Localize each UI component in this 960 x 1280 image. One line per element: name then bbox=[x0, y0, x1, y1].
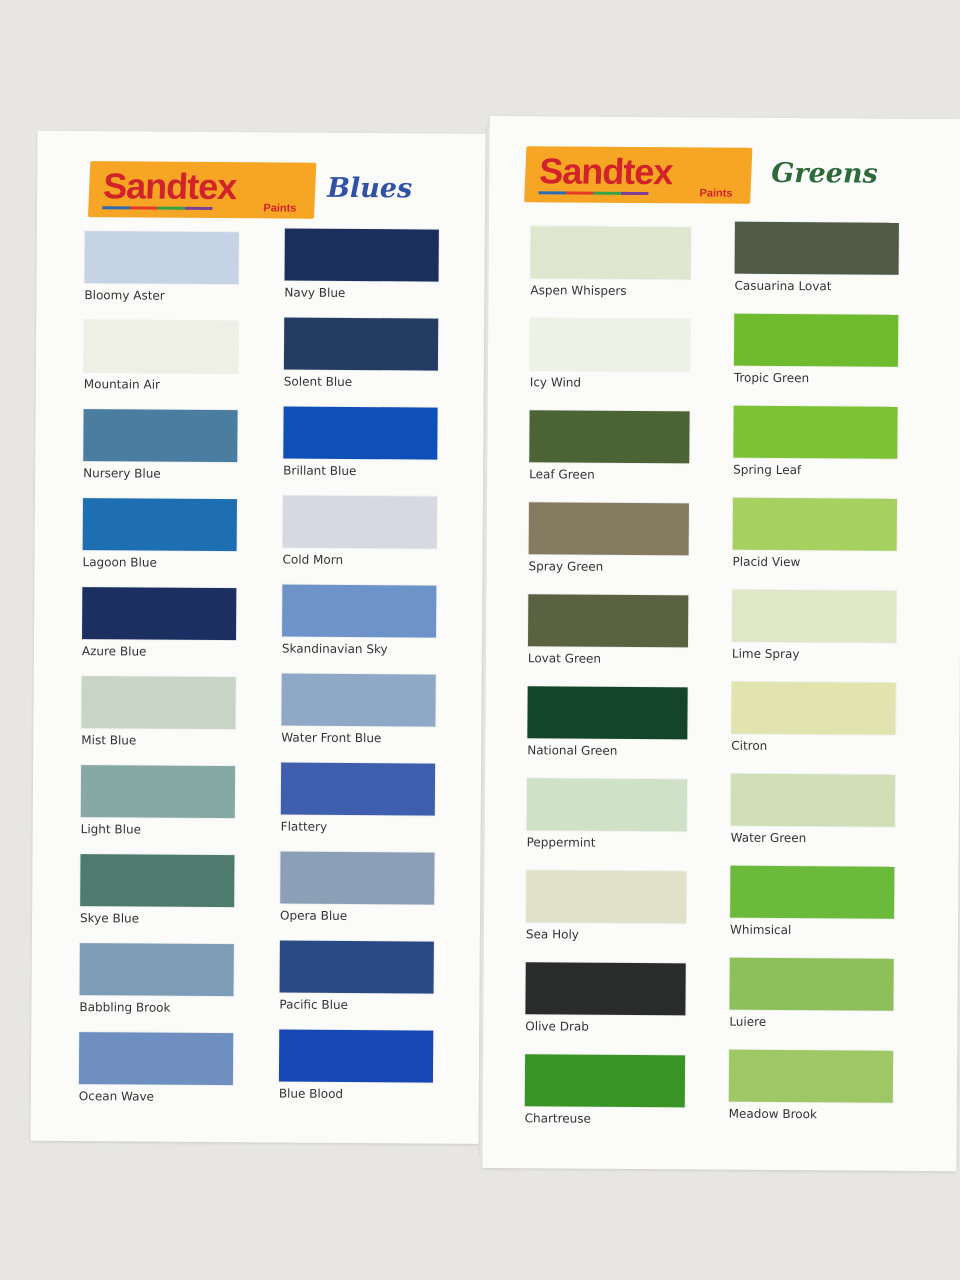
colour-name: Leaf Green bbox=[529, 467, 595, 482]
colour-swatch bbox=[527, 594, 689, 648]
colour-name: Pacific Blue bbox=[279, 997, 349, 1012]
sandtex-logo-greens: Sandtex Paints bbox=[524, 146, 753, 204]
colour-name: Tropic Green bbox=[733, 370, 810, 386]
colour-swatch bbox=[81, 676, 236, 730]
colour-name: Cold Morn bbox=[282, 552, 344, 567]
colour-swatch bbox=[80, 854, 235, 908]
brand-sub: Paints bbox=[699, 187, 733, 200]
colour-name: Olive Drab bbox=[525, 1019, 589, 1034]
colour-swatch bbox=[83, 320, 239, 374]
colour-name: Mountain Air bbox=[83, 377, 161, 392]
colour-swatch bbox=[527, 686, 688, 740]
colour-name: Aspen Whispers bbox=[530, 283, 627, 298]
colour-name: Lime Spray bbox=[731, 646, 800, 662]
colour-swatch bbox=[732, 589, 897, 643]
colour-name: Mist Blue bbox=[81, 733, 137, 748]
colour-name: Casuarina Lovat bbox=[734, 278, 832, 294]
colour-swatch bbox=[733, 405, 898, 459]
colour-name: Bloomy Aster bbox=[84, 288, 165, 303]
colour-name: Sea Holy bbox=[525, 927, 579, 942]
colour-name: Spray Green bbox=[528, 559, 604, 574]
colour-name: Ocean Wave bbox=[78, 1089, 155, 1104]
colour-swatch bbox=[530, 226, 691, 280]
colour-name: Opera Blue bbox=[280, 908, 348, 923]
colour-name: National Green bbox=[527, 743, 618, 758]
colour-swatch bbox=[529, 318, 691, 372]
colour-swatch bbox=[283, 317, 439, 371]
colour-swatch bbox=[83, 409, 238, 463]
colour-name: Azure Blue bbox=[81, 644, 147, 659]
colour-swatch bbox=[524, 1054, 686, 1108]
colour-name: Brillant Blue bbox=[283, 463, 357, 479]
colour-name: Lovat Green bbox=[527, 651, 602, 666]
colour-name: Peppermint bbox=[526, 835, 596, 850]
colour-name: Placid View bbox=[732, 554, 801, 570]
colour-swatch bbox=[84, 231, 239, 285]
colour-name: Blue Blood bbox=[278, 1086, 344, 1101]
colour-swatch bbox=[731, 681, 896, 735]
colour-name: Citron bbox=[731, 738, 768, 753]
colour-name: Meadow Brook bbox=[728, 1106, 817, 1122]
colour-swatch bbox=[730, 865, 895, 919]
colour-name: Luiere bbox=[729, 1014, 767, 1029]
colour-swatch bbox=[525, 962, 686, 1016]
colour-swatch bbox=[733, 313, 899, 367]
colour-name: Whimsical bbox=[729, 922, 792, 938]
colour-swatch bbox=[284, 228, 439, 282]
colour-swatch bbox=[281, 673, 436, 727]
colour-name: Solent Blue bbox=[283, 374, 353, 389]
colour-swatch bbox=[278, 1029, 434, 1083]
colour-name: Navy Blue bbox=[284, 285, 346, 300]
colour-swatch bbox=[529, 410, 690, 464]
colour-name: Babbling Brook bbox=[79, 1000, 171, 1015]
colour-name: Nursery Blue bbox=[83, 466, 161, 481]
colour-name: Light Blue bbox=[80, 822, 142, 837]
colour-swatch bbox=[734, 221, 899, 275]
greens-swatch-grid: Aspen Whispers Icy Wind Leaf Green Spray Gr… bbox=[490, 116, 960, 1126]
sandtex-logo-blues: Sandtex Paints bbox=[87, 161, 317, 219]
paint-colour-card: Sandtex Paints Blues Bloomy Aster Mountai… bbox=[30, 113, 960, 1172]
colour-swatch bbox=[730, 773, 896, 827]
colour-swatch bbox=[279, 940, 434, 994]
colour-name: Flattery bbox=[280, 819, 328, 834]
colour-swatch bbox=[283, 406, 438, 460]
colour-swatch bbox=[526, 778, 688, 832]
colour-swatch bbox=[82, 498, 237, 552]
colour-name: Lagoon Blue bbox=[82, 555, 157, 570]
colour-swatch bbox=[82, 587, 237, 641]
colour-swatch bbox=[526, 870, 687, 924]
colour-swatch bbox=[280, 762, 436, 816]
brand-sub: Paints bbox=[263, 202, 297, 215]
blues-swatch-grid: Bloomy Aster Mountain Air Nursery Blue Lago… bbox=[38, 131, 486, 1104]
colour-name: Skandinavian Sky bbox=[281, 641, 388, 657]
section-title-blues: Blues bbox=[327, 172, 413, 205]
logo-stripe bbox=[102, 206, 213, 211]
colour-swatch bbox=[282, 584, 437, 638]
colour-name: Spring Leaf bbox=[733, 462, 802, 478]
colour-name: Chartreuse bbox=[524, 1111, 592, 1126]
brand-name: Sandtex bbox=[102, 165, 238, 208]
colour-swatch bbox=[528, 502, 689, 556]
colour-swatch bbox=[79, 943, 234, 997]
colour-swatch bbox=[729, 957, 894, 1011]
colour-swatch bbox=[282, 495, 438, 549]
section-title-greens: Greens bbox=[771, 157, 878, 190]
colour-name: Icy Wind bbox=[529, 375, 582, 390]
colour-swatch bbox=[78, 1032, 234, 1086]
logo-stripe bbox=[538, 191, 649, 196]
blues-panel: Sandtex Paints Blues Bloomy Aster Mountai… bbox=[30, 130, 486, 1144]
colour-name: Water Green bbox=[730, 830, 807, 846]
colour-swatch bbox=[280, 851, 435, 905]
colour-name: Water Front Blue bbox=[281, 730, 382, 746]
colour-swatch bbox=[80, 765, 236, 819]
brand-name: Sandtex bbox=[538, 150, 674, 193]
colour-swatch bbox=[728, 1049, 894, 1103]
colour-swatch bbox=[732, 497, 898, 551]
colour-name: Skye Blue bbox=[80, 911, 140, 926]
greens-panel: Sandtex Paints Greens Aspen Whispers Icy … bbox=[482, 115, 960, 1172]
